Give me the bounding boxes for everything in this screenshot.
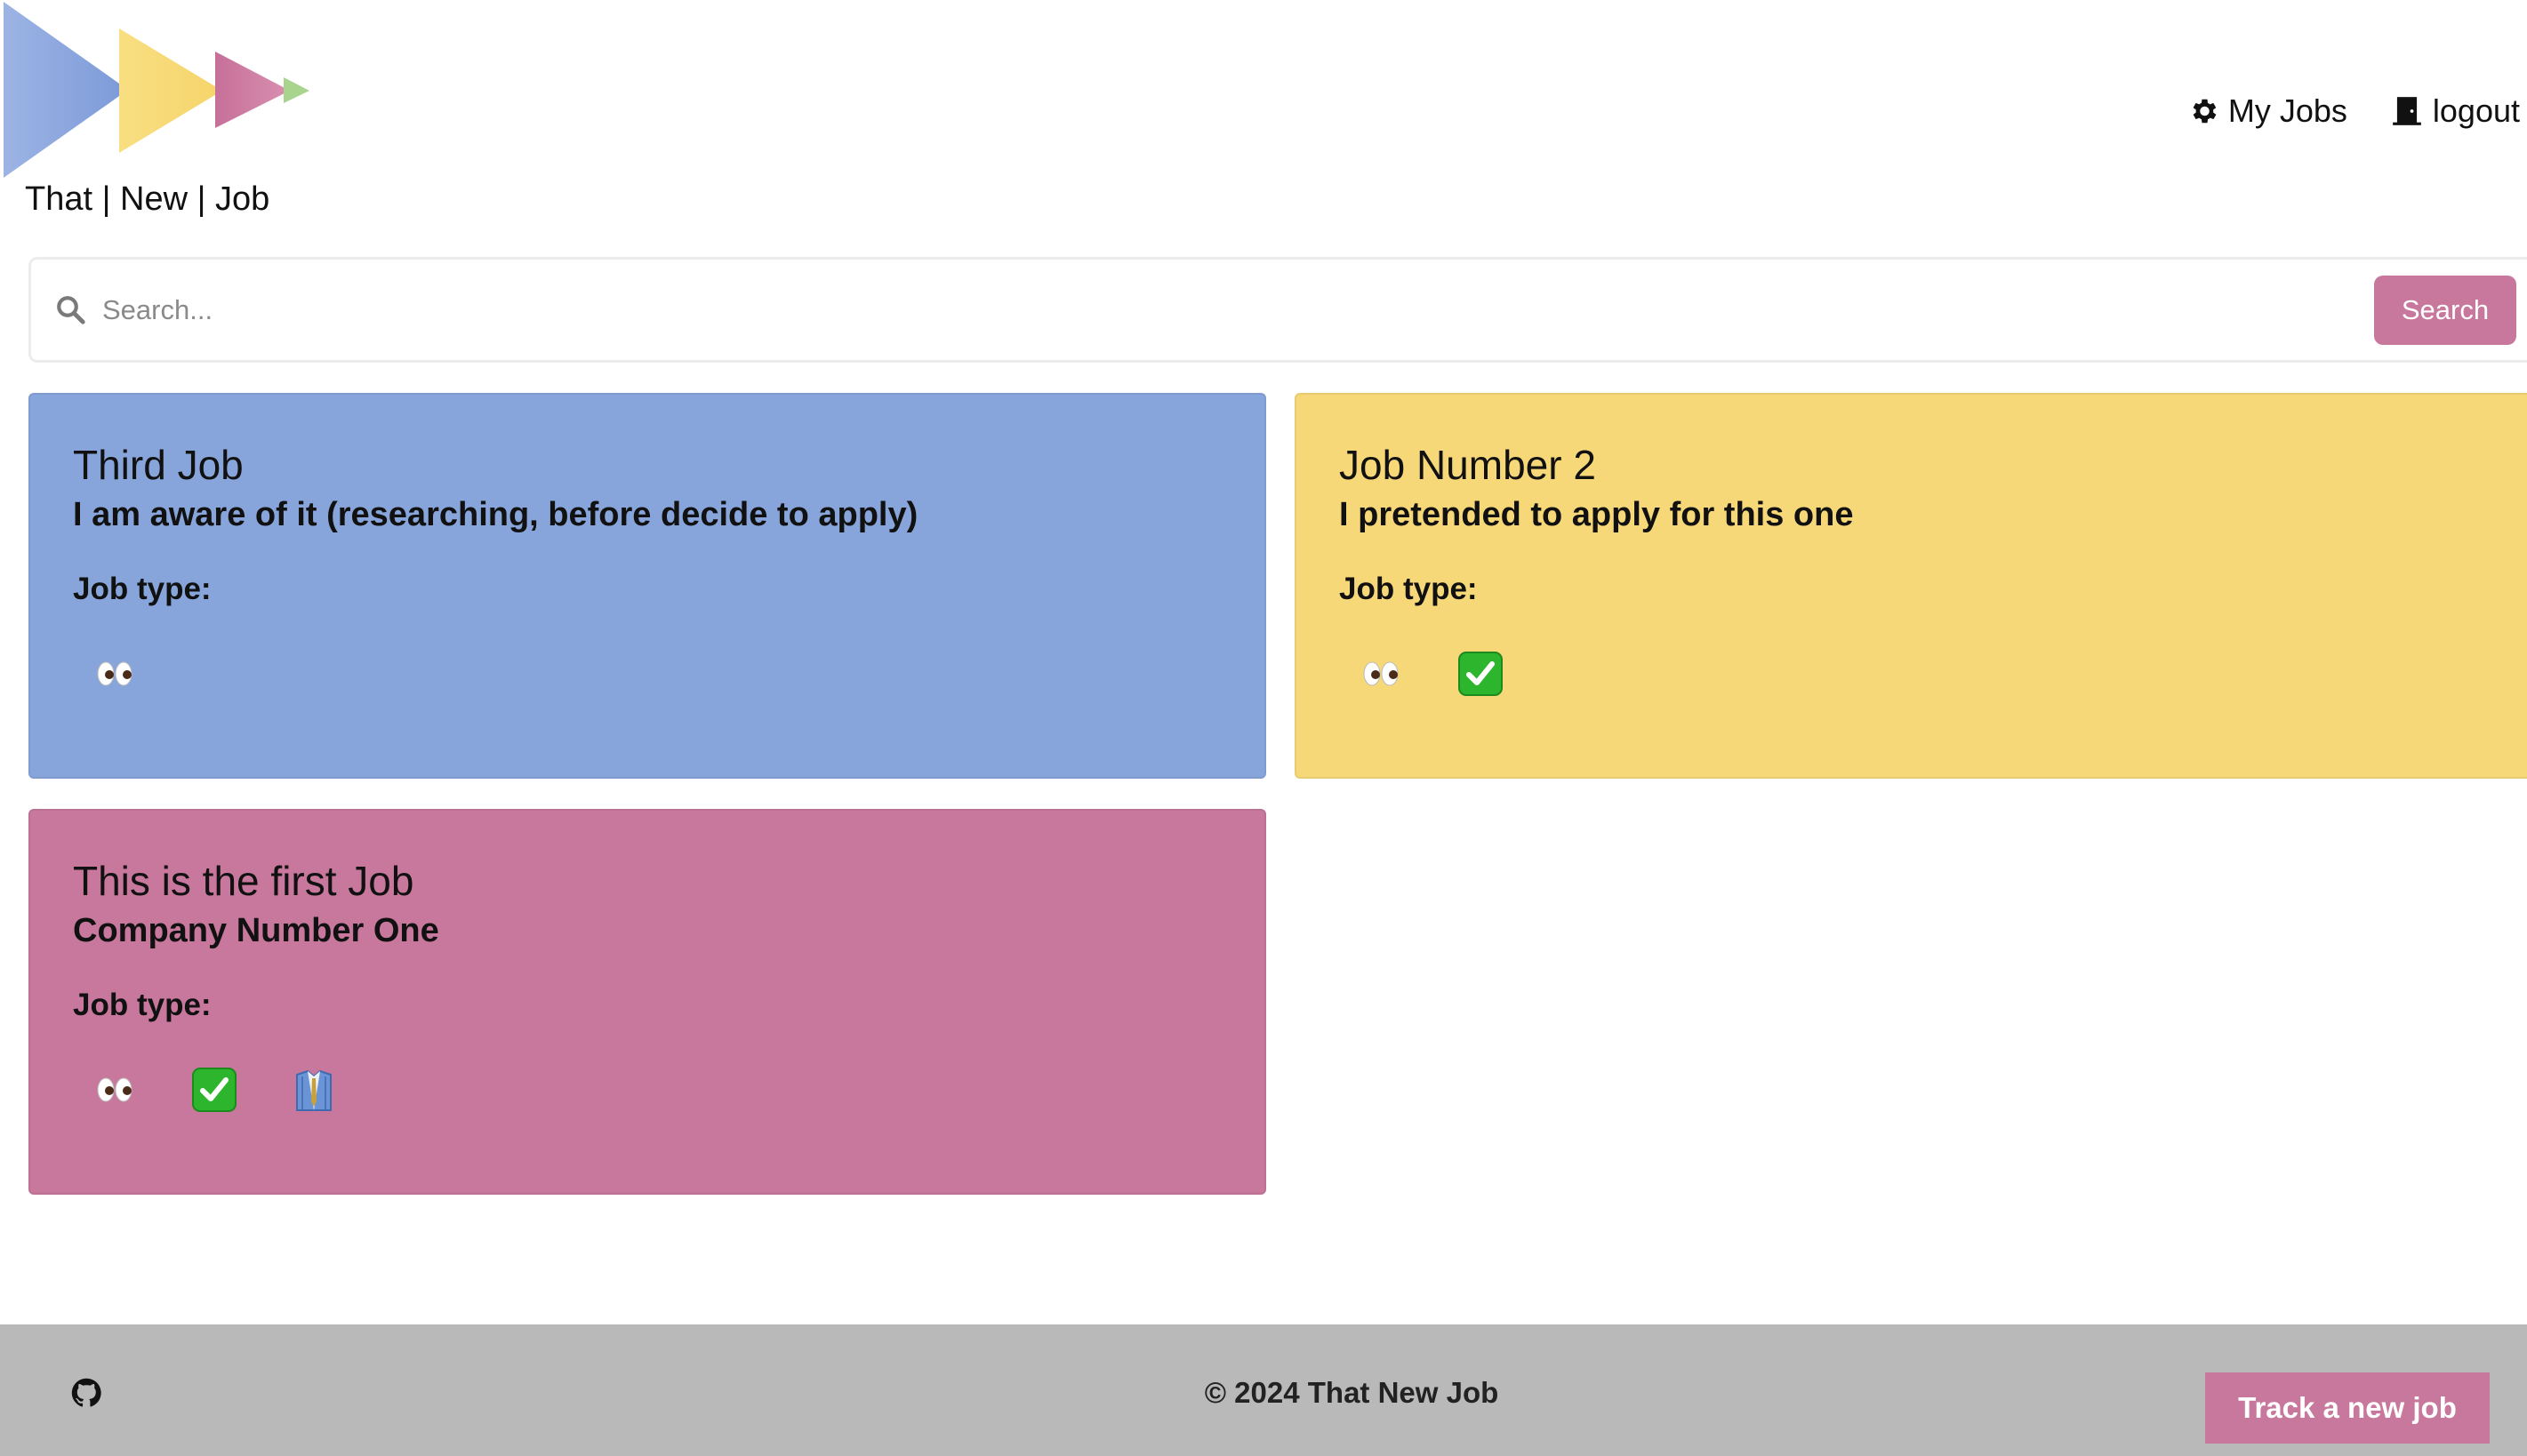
check-mark-icon (1458, 651, 1503, 696)
job-type-label: Job type: (1339, 571, 1478, 606)
header: That | New | Job My Jobs logout (0, 0, 2527, 240)
job-status-icons (73, 1067, 1222, 1112)
job-type-label: Job type: (73, 987, 212, 1022)
job-company: I am aware of it (researching, before de… (73, 496, 919, 534)
logout-link[interactable]: logout (2390, 92, 2520, 130)
logout-label: logout (2432, 92, 2520, 129)
door-icon (2393, 97, 2421, 125)
check-mark-icon (192, 1067, 237, 1112)
job-title: Third Job (73, 442, 244, 488)
copyright-text: © 2024 That New Job (1204, 1376, 1499, 1409)
job-type-label: Job type: (73, 571, 212, 606)
search-button[interactable]: Search (2374, 276, 2516, 345)
job-status-icons (73, 652, 1222, 696)
search-icon (57, 296, 85, 324)
job-company: I pretended to apply for this one (1339, 496, 1854, 534)
track-new-job-button[interactable]: Track a new job (2205, 1372, 2490, 1444)
logo-triangles-icon (4, 2, 309, 178)
footer: © 2024 That New Job Track a new job (0, 1324, 2527, 1456)
search-bar: Search (28, 257, 2527, 363)
my-jobs-label: My Jobs (2227, 92, 2347, 129)
job-card-first-job[interactable]: This is the first Job Company Number One… (28, 809, 1266, 1195)
top-nav: My Jobs logout (2187, 92, 2520, 130)
job-card-third-job[interactable]: Third Job I am aware of it (researching,… (28, 393, 1266, 779)
job-card-job-number-2[interactable]: Job Number 2 I pretended to apply for th… (1295, 393, 2527, 779)
job-status-icons (1339, 651, 2495, 696)
brand-name: That | New | Job (25, 180, 270, 218)
eyes-icon (1359, 652, 1403, 696)
job-title: Job Number 2 (1339, 442, 1596, 488)
job-company: Company Number One (73, 912, 439, 950)
eyes-icon (92, 1068, 137, 1112)
my-jobs-link[interactable]: My Jobs (2187, 92, 2347, 130)
gear-icon (2193, 99, 2217, 124)
job-title: This is the first Job (73, 858, 414, 904)
search-input[interactable] (102, 281, 2325, 340)
suit-icon (292, 1068, 336, 1112)
logo[interactable] (4, 2, 315, 180)
eyes-icon (92, 652, 137, 696)
